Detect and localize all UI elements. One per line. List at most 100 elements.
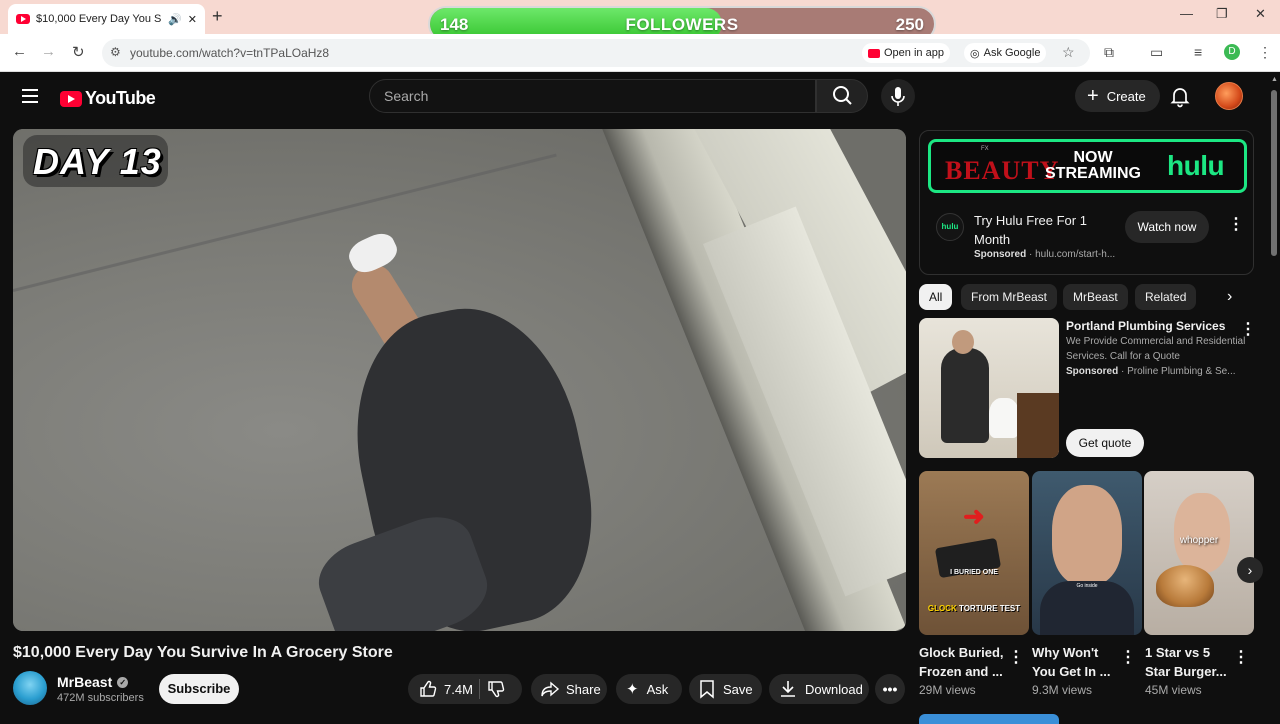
maximize-icon[interactable]: ❐ xyxy=(1216,6,1228,22)
watch-now-button[interactable]: Watch now xyxy=(1125,211,1209,243)
ad-banner-network: FX xyxy=(981,146,989,152)
cast-icon[interactable]: ▭ xyxy=(1150,44,1163,61)
page-scrollbar[interactable]: ▲ xyxy=(1268,72,1280,720)
short-thumbnail[interactable]: whopper xyxy=(1144,471,1254,635)
open-in-app-label: Open in app xyxy=(884,47,944,59)
search-button[interactable] xyxy=(816,79,868,113)
account-avatar[interactable] xyxy=(1215,82,1243,110)
close-tab-icon[interactable]: ✕ xyxy=(188,13,197,26)
bookmark-icon xyxy=(700,680,714,699)
share-button[interactable]: Share xyxy=(531,674,607,704)
thumb-person xyxy=(941,348,989,443)
download-icon xyxy=(781,681,795,697)
more-actions-button[interactable]: ••• xyxy=(875,674,905,704)
address-bar[interactable]: ⚙ youtube.com/watch?v=tnTPaLOaHz8 Open i… xyxy=(102,39,1090,67)
browser-menu-icon[interactable]: ⋮ xyxy=(1258,44,1272,61)
short-views: 29M views xyxy=(919,683,976,697)
sponsored-more-icon[interactable]: ⋮ xyxy=(1240,322,1256,338)
new-tab-icon[interactable]: + xyxy=(212,6,223,27)
voice-search-button[interactable] xyxy=(881,79,915,113)
thumb-burger xyxy=(1156,565,1214,607)
speaker-icon[interactable]: 🔊 xyxy=(168,13,182,26)
sponsored-thumbnail[interactable] xyxy=(919,318,1059,458)
like-divider xyxy=(478,679,480,699)
dislike-button[interactable] xyxy=(486,679,506,699)
tab-title: $10,000 Every Day You Survi xyxy=(36,13,162,25)
forward-icon[interactable]: → xyxy=(41,43,56,60)
sponsored-description: We Provide Commercial and Residential Se… xyxy=(1066,336,1246,362)
chip-related[interactable]: Related xyxy=(1135,284,1197,310)
youtube-favicon-icon xyxy=(16,14,30,24)
menu-icon[interactable] xyxy=(22,89,38,107)
youtube-logo[interactable]: YouTube xyxy=(60,88,156,109)
short-thumbnail[interactable]: ➜ I BURIED ONE GLOCK TORTURE TEST xyxy=(919,471,1029,635)
chip-mrbeast[interactable]: MrBeast xyxy=(1063,284,1128,310)
create-label: Create xyxy=(1106,88,1146,104)
short-more-icon[interactable]: ⋮ xyxy=(1008,650,1024,666)
save-button[interactable]: Save xyxy=(689,674,762,704)
bookmark-star-icon[interactable]: ☆ xyxy=(1062,44,1075,61)
url-text[interactable]: youtube.com/watch?v=tnTPaLOaHz8 xyxy=(130,46,329,60)
notifications-bell-icon[interactable] xyxy=(1168,84,1192,108)
more-horizontal-icon: ••• xyxy=(882,681,898,697)
sparkle-icon: ✦ xyxy=(626,681,639,698)
chip-from-mrbeast[interactable]: From MrBeast xyxy=(961,284,1058,310)
sponsored-advertiser: Proline Plumbing & Se... xyxy=(1127,366,1236,377)
reload-icon[interactable]: ↻ xyxy=(72,43,85,61)
ad-title[interactable]: Try Hulu Free For 1 Month xyxy=(974,211,1114,249)
download-label: Download xyxy=(805,681,863,697)
shorts-next-button[interactable]: › xyxy=(1237,557,1263,583)
ad-banner-brand: hulu xyxy=(1167,150,1225,181)
youtube-play-icon xyxy=(60,90,82,107)
short-thumb-caption: Go inside xyxy=(1076,583,1098,589)
site-info-icon[interactable]: ⚙ xyxy=(110,45,121,59)
ask-button[interactable]: ✦ Ask xyxy=(616,674,682,704)
extensions-icon[interactable]: ⧉ xyxy=(1104,44,1114,61)
ask-google-button[interactable]: ◎ Ask Google xyxy=(964,43,1047,63)
close-window-icon[interactable]: ✕ xyxy=(1255,6,1266,22)
short-title[interactable]: 1 Star vs 5 Star Burger... xyxy=(1145,643,1233,681)
short-more-icon[interactable]: ⋮ xyxy=(1233,650,1249,666)
browser-tab[interactable]: $10,000 Every Day You Survi 🔊 ✕ xyxy=(8,4,205,34)
ad-banner[interactable]: FX BEAUTY NOW STREAMING hulu xyxy=(928,139,1247,193)
thumbs-down-icon xyxy=(488,681,505,698)
sponsored-meta: Sponsored · Proline Plumbing & Se... xyxy=(1066,366,1236,377)
profile-avatar[interactable]: D xyxy=(1224,44,1240,60)
sponsored-title[interactable]: Portland Plumbing Services xyxy=(1066,319,1225,333)
short-title[interactable]: Why Won't You Get In ... xyxy=(1032,643,1120,681)
next-video-thumbnail[interactable] xyxy=(919,714,1059,724)
chip-all[interactable]: All xyxy=(919,284,953,310)
chips-next-icon[interactable]: › xyxy=(1227,288,1232,306)
video-player[interactable]: DAY 13 xyxy=(13,129,906,631)
sponsored-label: Sponsored xyxy=(1066,366,1119,377)
thumbs-up-icon xyxy=(420,680,437,697)
like-button[interactable] xyxy=(418,679,438,699)
ad-banner-now: NOW xyxy=(1073,149,1113,166)
search-input[interactable]: Search xyxy=(369,79,816,113)
media-controls-icon[interactable]: ≡ xyxy=(1194,44,1202,60)
hulu-ad-card[interactable]: FX BEAUTY NOW STREAMING hulu hulu Try Hu… xyxy=(919,130,1254,275)
channel-avatar[interactable] xyxy=(13,671,47,705)
get-quote-button[interactable]: Get quote xyxy=(1066,429,1144,457)
like-count[interactable]: 7.4M xyxy=(444,682,473,697)
download-button[interactable]: Download xyxy=(769,674,869,704)
back-icon[interactable]: ← xyxy=(12,43,27,60)
day-overlay-text: DAY 13 xyxy=(33,141,162,182)
hulu-logo[interactable]: hulu xyxy=(936,213,964,241)
channel-name[interactable]: MrBeast ✓ xyxy=(57,674,129,690)
short-title[interactable]: Glock Buried, Frozen and ... xyxy=(919,643,1007,681)
subscribe-button[interactable]: Subscribe xyxy=(159,674,239,704)
short-thumb-caption: GLOCK TORTURE TEST xyxy=(919,604,1029,613)
followers-goal: 250 xyxy=(895,15,924,34)
video-title: $10,000 Every Day You Survive In A Groce… xyxy=(13,644,393,661)
thumb-vanity xyxy=(1017,393,1059,458)
minimize-icon[interactable]: — xyxy=(1180,6,1193,21)
ad-more-icon[interactable]: ⋮ xyxy=(1228,217,1244,233)
short-thumb-caption-highlight: GLOCK xyxy=(927,604,957,613)
scrollbar-thumb[interactable] xyxy=(1271,90,1277,256)
create-button[interactable]: + Create xyxy=(1075,80,1160,112)
open-in-app-button[interactable]: Open in app xyxy=(862,43,950,63)
scroll-up-icon[interactable]: ▲ xyxy=(1271,76,1278,83)
short-thumbnail[interactable]: Go inside xyxy=(1032,471,1142,635)
short-more-icon[interactable]: ⋮ xyxy=(1120,650,1136,666)
